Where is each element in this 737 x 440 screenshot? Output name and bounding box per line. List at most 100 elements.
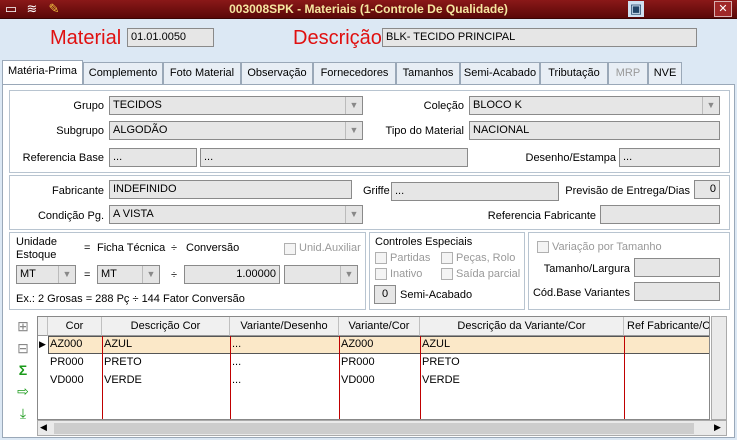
inativo-checkbox[interactable] [375, 268, 387, 280]
pecas-checkbox[interactable] [441, 252, 453, 264]
picture-icon[interactable]: ▣ [628, 1, 644, 17]
export-icon[interactable]: ⇨ [14, 383, 32, 399]
tipo-field[interactable]: NACIONAL [469, 121, 720, 140]
col-header-variante-desenho[interactable]: Variante/Desenho [230, 317, 339, 336]
grupo-select[interactable]: TECIDOS ▼ [109, 96, 363, 115]
vertical-scrollbar[interactable] [711, 316, 727, 420]
cell-cor[interactable]: AZ000 [48, 336, 102, 354]
descricao-field[interactable]: BLK- TECIDO PRINCIPAL [382, 28, 697, 47]
add-row-icon[interactable]: ⊞ [14, 318, 32, 334]
chevron-down-icon[interactable]: ▼ [702, 97, 719, 114]
cell-descricao-variante[interactable]: PRETO [420, 354, 624, 372]
scroll-thumb[interactable] [54, 423, 694, 434]
col-header-ref-fabricante[interactable]: Ref Fabricante/Cor [624, 317, 709, 336]
tamanho-field[interactable] [634, 258, 720, 277]
inativo-label: Inativo [390, 268, 423, 280]
colecao-select[interactable]: BLOCO K ▼ [469, 96, 720, 115]
col-header-descricao-cor[interactable]: Descrição Cor [102, 317, 230, 336]
material-code-field[interactable]: 01.01.0050 [127, 28, 214, 47]
cell-descricao-variante[interactable]: AZUL [420, 336, 624, 354]
material-label: Material [50, 27, 122, 49]
cell-descricao-variante[interactable]: VERDE [420, 372, 624, 390]
chevron-down-icon[interactable]: ▼ [340, 266, 357, 283]
tab-semi-acabado[interactable]: Semi-Acabado [460, 62, 540, 84]
cell-variante-desenho[interactable]: ... [230, 372, 339, 390]
previsao-field[interactable]: 0 [694, 180, 720, 199]
cell-variante-desenho[interactable]: ... [230, 354, 339, 372]
tamanho-label: Tamanho/Largura [543, 263, 630, 275]
refbase-desc-field[interactable]: ... [200, 148, 468, 167]
close-button[interactable]: ✕ [714, 1, 732, 17]
conversao-label: Conversão [186, 242, 240, 254]
tab-complemento[interactable]: Complemento [83, 62, 163, 84]
tab-fornecedores[interactable]: Fornecedores [313, 62, 396, 84]
saida-checkbox[interactable] [441, 268, 453, 280]
subgrupo-select[interactable]: ALGODÃO ▼ [109, 121, 363, 140]
tab-nve[interactable]: NVE [648, 62, 682, 84]
griffe-field[interactable]: ... [391, 182, 559, 201]
scroll-right-icon[interactable]: ▶ [714, 422, 721, 433]
pecas-label: Peças, Rolo [456, 252, 516, 264]
window-title: 003008SPK - Materiais (1-Controle De Qua… [229, 2, 508, 16]
chevron-down-icon[interactable]: ▼ [345, 206, 362, 223]
chevron-down-icon[interactable]: ▼ [345, 97, 362, 114]
cell-descricao-cor[interactable]: PRETO [102, 354, 230, 372]
ficha-label: Ficha Técnica [97, 242, 166, 254]
desenho-field[interactable]: ... [619, 148, 720, 167]
cell-variante-desenho[interactable]: ... [230, 336, 339, 354]
cell-variante-cor[interactable]: PR000 [339, 354, 420, 372]
cell-cor[interactable]: VD000 [48, 372, 102, 390]
cell-descricao-cor[interactable]: VERDE [102, 372, 230, 390]
cell-descricao-cor[interactable]: AZUL [102, 336, 230, 354]
semi-acabado-field[interactable]: 0 [374, 285, 396, 304]
grupo-value: TECIDOS [113, 99, 162, 111]
unid-ficha-select[interactable]: MT ▼ [97, 265, 160, 284]
equals-sign-2: = [84, 269, 91, 281]
unid-auxiliar-checkbox[interactable] [284, 243, 296, 255]
unid-estoque-select[interactable]: MT ▼ [16, 265, 76, 284]
tab-observacao[interactable]: Observação [241, 62, 313, 84]
chevron-down-icon[interactable]: ▼ [345, 122, 362, 139]
horizontal-scrollbar[interactable]: ◀ ▶ [37, 420, 727, 436]
cell-ref-fabricante[interactable] [624, 354, 709, 372]
move-last-icon[interactable]: ⤓ [14, 405, 32, 421]
scroll-left-icon[interactable]: ◀ [40, 422, 47, 433]
refbase-field[interactable]: ... [109, 148, 197, 167]
chevron-down-icon[interactable]: ▼ [142, 266, 159, 283]
tab-materia-prima[interactable]: Matéria-Prima [2, 60, 83, 85]
reffab-field[interactable] [600, 205, 720, 224]
partidas-label: Partidas [390, 252, 431, 264]
saida-label: Saída parcial [456, 268, 521, 280]
tab-tributacao[interactable]: Tributação [540, 62, 608, 84]
estoque-label: Estoque [16, 249, 57, 261]
cell-cor[interactable]: PR000 [48, 354, 102, 372]
cell-variante-cor[interactable]: AZ000 [339, 336, 420, 354]
sum-icon[interactable]: Σ [14, 362, 32, 378]
variacao-checkbox[interactable] [537, 241, 549, 253]
conversao-field[interactable]: 1.00000 [184, 265, 280, 284]
previsao-label: Previsão de Entrega/Dias [565, 185, 690, 197]
col-header-variante-cor[interactable]: Variante/Cor [339, 317, 420, 336]
tab-foto-material[interactable]: Foto Material [163, 62, 241, 84]
condicao-select[interactable]: A VISTA ▼ [109, 205, 363, 224]
grid-corner [38, 317, 48, 336]
col-header-descricao-variante[interactable]: Descrição da Variante/Cor [420, 317, 624, 336]
codbase-field[interactable] [634, 282, 720, 301]
title-bar: ▭ ≋ ✎ 003008SPK - Materiais (1-Controle … [0, 0, 737, 19]
grupo-label: Grupo [73, 100, 104, 112]
cell-ref-fabricante[interactable] [624, 336, 709, 354]
chevron-down-icon[interactable]: ▼ [58, 266, 75, 283]
unid-aux-select[interactable]: ▼ [284, 265, 358, 284]
refbase-label: Referencia Base [22, 152, 104, 164]
cell-ref-fabricante[interactable] [624, 372, 709, 390]
tab-tamanhos[interactable]: Tamanhos [396, 62, 460, 84]
col-header-cor[interactable]: Cor [48, 317, 102, 336]
row-pointer-icon: ▶ [39, 339, 46, 349]
cell-variante-cor[interactable]: VD000 [339, 372, 420, 390]
equals-sign: = [84, 242, 91, 254]
partidas-checkbox[interactable] [375, 252, 387, 264]
tab-mrp[interactable]: MRP [608, 62, 648, 84]
delete-row-icon[interactable]: ⊟ [14, 340, 32, 356]
fabricante-field[interactable]: INDEFINIDO [109, 180, 352, 199]
subgrupo-value: ALGODÃO [113, 124, 168, 136]
